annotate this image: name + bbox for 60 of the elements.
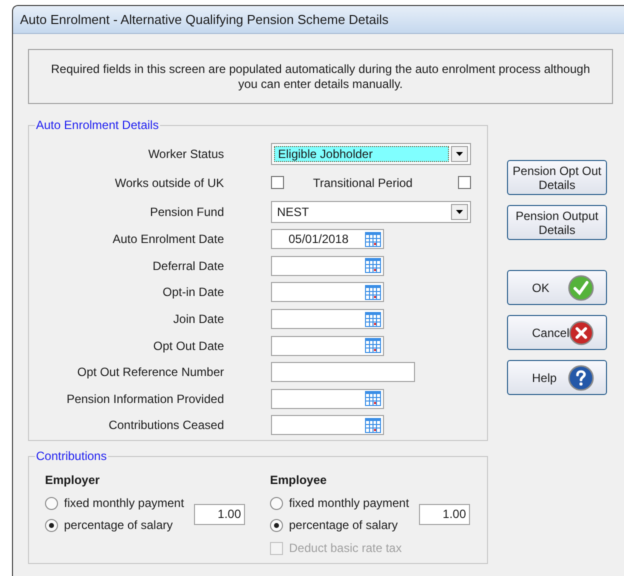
radio-button[interactable] — [270, 496, 283, 510]
radio-label: percentage of salary — [289, 517, 398, 534]
date-field[interactable] — [271, 256, 384, 276]
section-heading: Employer — [45, 472, 101, 489]
text-field[interactable] — [271, 362, 415, 382]
group-legend: Auto Enrolment Details — [35, 116, 160, 134]
calendar-icon[interactable] — [365, 338, 381, 354]
radio-label: fixed monthly payment — [64, 495, 184, 512]
radio-button[interactable] — [45, 518, 58, 532]
amount-field[interactable]: 1.00 — [419, 504, 470, 524]
radio-button[interactable] — [270, 518, 283, 532]
dropdown-arrow-icon[interactable] — [456, 210, 463, 214]
calendar-icon[interactable] — [365, 391, 381, 406]
field-label: Join Date — [172, 311, 224, 328]
field-label: Opt-in Date — [162, 284, 224, 302]
date-field[interactable]: 05/01/2018 — [271, 229, 384, 250]
details-button[interactable]: Pension Output Details — [507, 205, 607, 240]
field-label: Works outside of UK — [114, 174, 224, 192]
dropdown-value: Eligible Jobholder — [274, 146, 449, 162]
calendar-icon[interactable] — [365, 418, 381, 433]
date-field[interactable] — [271, 309, 384, 330]
radio-label: fixed monthly payment — [289, 495, 410, 512]
dropdown[interactable]: NEST — [271, 200, 471, 222]
date-field[interactable] — [271, 282, 384, 302]
field-label: Opt Out Date — [152, 338, 224, 355]
field-label: Pension Fund — [148, 204, 224, 220]
notice-text: Required fields in this screen are populated automatically during the auto enrolment process although you can enter details manually. — [50, 62, 591, 92]
checkbox[interactable] — [458, 176, 471, 189]
section-heading: Employee — [270, 472, 328, 489]
checkbox[interactable] — [271, 176, 284, 189]
calendar-icon[interactable] — [365, 258, 381, 274]
date-field[interactable] — [271, 415, 384, 436]
field-label: Contributions Ceased — [108, 417, 224, 434]
calendar-icon[interactable] — [365, 312, 381, 327]
field-label: Auto Enrolment Date — [112, 231, 224, 248]
dropdown-arrow-icon[interactable] — [456, 152, 463, 156]
date-field[interactable] — [271, 388, 384, 409]
radio-label: percentage of salary — [64, 517, 173, 534]
field-label: Opt Out Reference Number — [76, 364, 224, 382]
help-button[interactable]: Help — [507, 360, 607, 395]
ok-button[interactable]: OK — [507, 270, 607, 305]
dropdown-value: NEST — [276, 204, 310, 220]
calendar-icon[interactable] — [365, 232, 381, 247]
checkbox-label: Deduct basic rate tax — [289, 540, 402, 557]
check-mark-icon — [568, 274, 594, 300]
field-label: Transitional Period — [313, 174, 413, 192]
field-label: Pension Information Provided — [66, 390, 224, 408]
calendar-icon[interactable] — [365, 284, 381, 300]
field-label: Deferral Date — [152, 258, 224, 275]
group-legend: Contributions — [35, 447, 108, 465]
cancel-button[interactable]: Cancel — [507, 315, 607, 350]
radio-button[interactable] — [45, 496, 58, 510]
close-icon — [569, 320, 594, 346]
dropdown[interactable]: Eligible Jobholder — [271, 142, 471, 164]
details-button[interactable]: Pension Opt Out Details — [507, 160, 607, 195]
amount-field[interactable]: 1.00 — [194, 504, 245, 524]
field-label: Worker Status — [147, 146, 224, 162]
date-field[interactable] — [271, 336, 384, 356]
help-icon — [568, 364, 594, 390]
window-title: Auto Enrolment - Alternative Qualifying Pension Scheme Details — [20, 10, 389, 29]
